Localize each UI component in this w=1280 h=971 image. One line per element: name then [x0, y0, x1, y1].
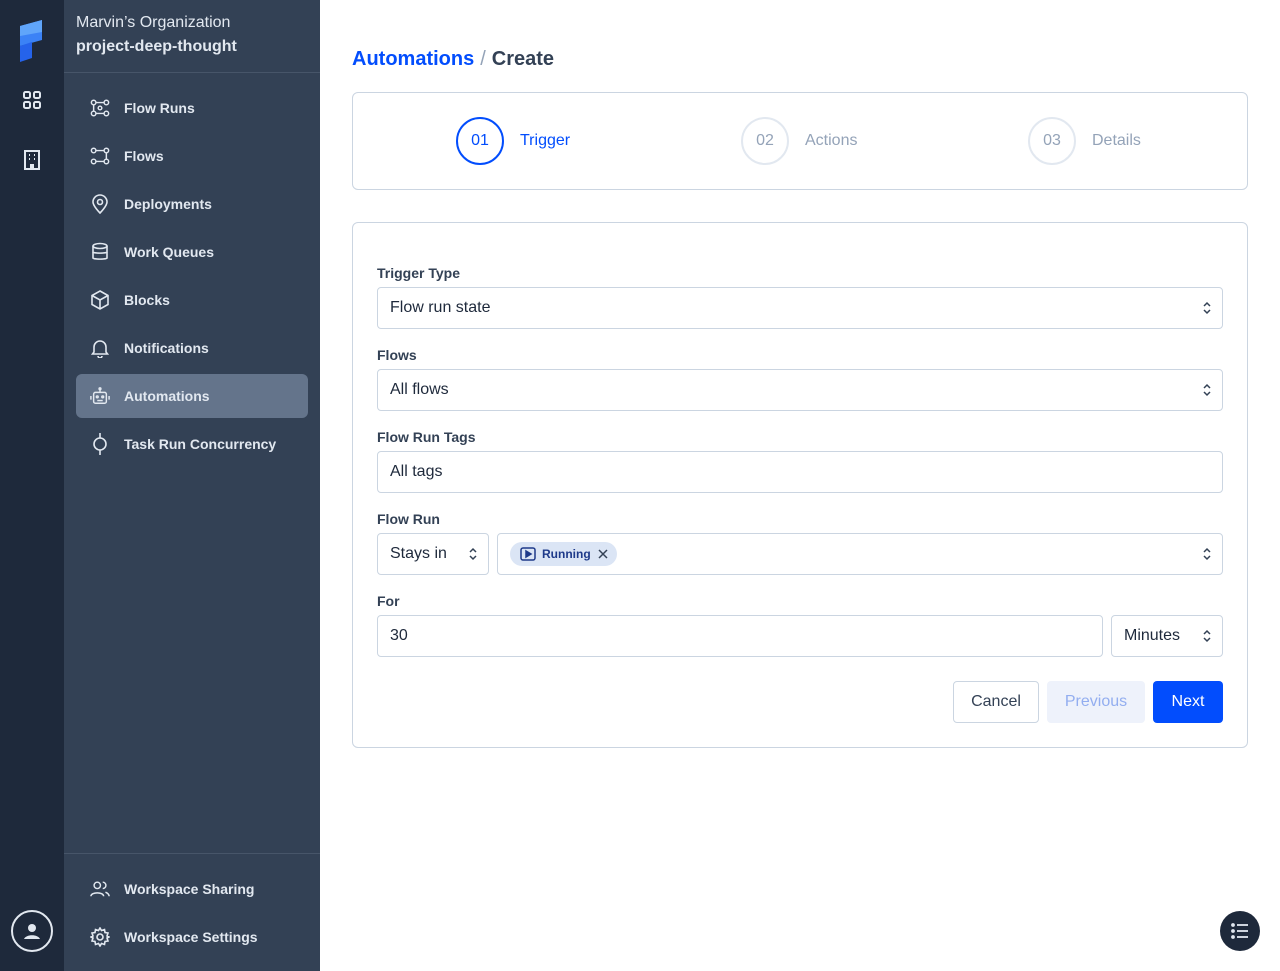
list-icon[interactable] — [1220, 911, 1260, 951]
flow-run-condition-select[interactable]: Stays in — [377, 533, 489, 575]
chevron-up-down-icon — [1203, 629, 1211, 643]
flow-run-tags-label: Flow Run Tags — [377, 429, 476, 445]
icon-rail — [0, 0, 64, 971]
play-square-icon — [520, 547, 536, 561]
duration-unit-value: Minutes — [1124, 627, 1181, 644]
sidebar-item-workspace-sharing[interactable]: Workspace Sharing — [76, 867, 308, 911]
duration-value: 30 — [390, 627, 408, 644]
sidebar-item-label: Workspace Settings — [124, 929, 258, 945]
trigger-type-label: Trigger Type — [377, 265, 460, 281]
chevron-up-down-icon — [1203, 547, 1211, 561]
duration-input[interactable]: 30 — [377, 615, 1103, 657]
grid-icon[interactable] — [16, 84, 48, 116]
chevron-up-down-icon — [469, 547, 477, 561]
step-label: Trigger — [520, 132, 571, 149]
sidebar-item-work-queues[interactable]: Work Queues — [76, 230, 308, 274]
step-number: 03 — [1028, 117, 1076, 165]
users-icon — [90, 879, 110, 899]
flow-run-states-select[interactable]: Running — [497, 533, 1223, 575]
building-icon[interactable] — [16, 144, 48, 176]
user-circle-icon[interactable] — [11, 910, 53, 952]
flow-run-condition-value: Stays in — [390, 545, 447, 562]
state-tag-running: Running — [510, 542, 617, 566]
robot-icon — [90, 386, 110, 406]
trigger-form-card: Trigger Type Flow run state Flows All fl… — [352, 222, 1248, 748]
bell-icon — [90, 338, 110, 358]
sidebar-item-label: Flows — [124, 148, 164, 164]
sidebar-item-label: Work Queues — [124, 244, 214, 260]
sidebar-item-label: Task Run Concurrency — [124, 436, 277, 452]
flow-runs-icon — [90, 98, 110, 118]
flows-select[interactable]: All flows — [377, 369, 1223, 411]
next-button[interactable]: Next — [1153, 681, 1223, 723]
chevron-up-down-icon — [1203, 301, 1211, 315]
sidebar-item-blocks[interactable]: Blocks — [76, 278, 308, 322]
breadcrumb: Automations / Create — [352, 48, 554, 71]
trigger-type-value: Flow run state — [390, 299, 491, 316]
sidebar-item-flow-runs[interactable]: Flow Runs — [76, 86, 308, 130]
flow-run-label: Flow Run — [377, 511, 440, 527]
page-title: Create — [491, 48, 555, 70]
flow-run-tags-value: All tags — [390, 463, 443, 480]
duration-unit-select[interactable]: Minutes — [1111, 615, 1223, 657]
for-label: For — [377, 593, 400, 609]
sidebar-item-automations[interactable]: Automations — [76, 374, 308, 418]
sidebar-item-notifications[interactable]: Notifications — [76, 326, 308, 370]
prefect-logo-icon[interactable] — [18, 18, 46, 62]
sidebar-item-label: Workspace Sharing — [124, 881, 255, 897]
sidebar-item-deployments[interactable]: Deployments — [76, 182, 308, 226]
chevron-up-down-icon — [1203, 383, 1211, 397]
step-label: Details — [1092, 132, 1141, 149]
sidebar-item-label: Automations — [124, 388, 210, 404]
flows-value: All flows — [390, 381, 449, 398]
sidebar-item-label: Flow Runs — [124, 100, 195, 116]
state-tag-label: Running — [542, 547, 591, 561]
sidebar-item-label: Deployments — [124, 196, 212, 212]
organization-name[interactable]: Marvin’s Organization — [76, 14, 230, 32]
flows-icon — [90, 146, 110, 166]
cube-icon — [90, 290, 110, 310]
sidebar-divider — [64, 853, 320, 854]
sidebar: Marvin’s Organization project-deep-thoug… — [64, 0, 320, 971]
gear-icon — [90, 927, 110, 947]
close-icon[interactable] — [597, 548, 609, 560]
map-pin-icon — [90, 194, 110, 214]
sidebar-item-workspace-settings[interactable]: Workspace Settings — [76, 915, 308, 959]
sidebar-item-task-run-concurrency[interactable]: Task Run Concurrency — [76, 422, 308, 466]
sidebar-item-label: Blocks — [124, 292, 170, 308]
step-trigger[interactable]: 01 Trigger — [456, 117, 570, 165]
concurrency-icon — [90, 433, 110, 455]
sidebar-item-label: Notifications — [124, 340, 209, 356]
step-number: 02 — [741, 117, 789, 165]
previous-button[interactable]: Previous — [1047, 681, 1145, 723]
workspace-name[interactable]: project-deep-thought — [76, 38, 237, 56]
sidebar-divider — [64, 72, 320, 73]
step-number: 01 — [456, 117, 504, 165]
database-icon — [90, 242, 110, 262]
flows-label: Flows — [377, 347, 417, 363]
breadcrumb-separator: / — [480, 48, 486, 70]
step-label: Actions — [805, 132, 858, 149]
flow-run-tags-input[interactable]: All tags — [377, 451, 1223, 493]
step-actions[interactable]: 02 Actions — [741, 117, 857, 165]
sidebar-item-flows[interactable]: Flows — [76, 134, 308, 178]
step-details[interactable]: 03 Details — [1028, 117, 1141, 165]
breadcrumb-automations-link[interactable]: Automations — [352, 48, 474, 70]
wizard-stepper: 01 Trigger 02 Actions 03 Details — [352, 92, 1248, 190]
cancel-button[interactable]: Cancel — [953, 681, 1039, 723]
trigger-type-select[interactable]: Flow run state — [377, 287, 1223, 329]
